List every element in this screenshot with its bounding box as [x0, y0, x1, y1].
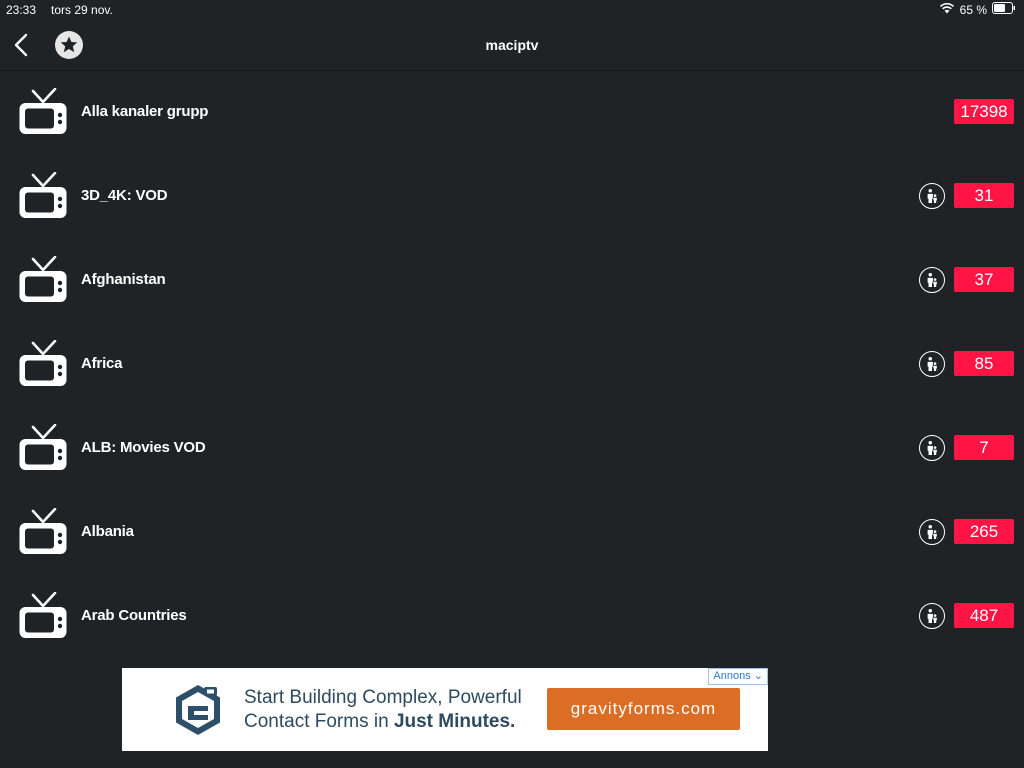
parental-control-icon[interactable] [919, 603, 945, 629]
parental-control-icon[interactable] [919, 519, 945, 545]
tv-icon [18, 87, 68, 136]
group-label: 3D_4K: VOD [81, 187, 168, 204]
ad-tag[interactable]: Annons ⌄ [708, 668, 768, 685]
parental-control-icon[interactable] [919, 183, 945, 209]
gravityforms-logo-icon [176, 685, 220, 735]
ad-line-2-bold: Just Minutes. [393, 711, 516, 732]
channel-count-badge: 31 [954, 183, 1014, 208]
page-title: maciptv [485, 37, 539, 53]
status-date: tors 29 nov. [51, 3, 113, 17]
group-row[interactable]: 3D_4K: VOD 31 [0, 154, 1024, 238]
tv-icon [18, 591, 68, 640]
chevron-down-icon: ⌄ [753, 670, 763, 682]
group-label: Albania [81, 523, 134, 540]
tv-icon [18, 423, 68, 472]
channel-count-badge: 17398 [954, 99, 1014, 124]
status-right: 65 % [939, 2, 1016, 17]
status-time: 23:33 [6, 3, 37, 17]
tv-icon [18, 171, 68, 220]
group-row[interactable]: Afghanistan 37 [0, 238, 1024, 322]
ad-tag-label: Annons [713, 670, 751, 682]
tv-icon [18, 339, 68, 388]
battery-percent: 65 % [959, 2, 987, 17]
channel-count-badge: 85 [954, 351, 1014, 376]
ad-line-2: Contact Forms in Just Minutes. [244, 710, 522, 734]
tv-icon [18, 507, 68, 556]
ad-line-1: Start Building Complex, Powerful [244, 687, 522, 708]
group-row[interactable]: ALB: Movies VOD 7 [0, 406, 1024, 490]
ad-headline: Start Building Complex, Powerful Contact… [244, 686, 522, 734]
group-label: Arab Countries [81, 607, 187, 624]
group-label: Africa [81, 355, 123, 372]
wifi-icon [939, 2, 955, 17]
parental-control-icon[interactable] [919, 351, 945, 377]
battery-icon [992, 2, 1016, 17]
channel-count-badge: 265 [954, 519, 1014, 544]
group-label: Alla kanaler grupp [81, 103, 209, 120]
ad-cta-button[interactable]: gravityforms.com [547, 688, 740, 730]
ad-line-2-prefix: Contact Forms in [244, 711, 389, 732]
group-list: Alla kanaler grupp 17398 3D_4K: VOD 31 Afgha… [0, 70, 1024, 658]
parental-control-icon[interactable] [919, 435, 945, 461]
channel-count-badge: 7 [954, 435, 1014, 460]
navigation-bar: maciptv [0, 20, 1024, 71]
group-row[interactable]: Arab Countries 487 [0, 574, 1024, 658]
channel-count-badge: 37 [954, 267, 1014, 292]
status-bar: 23:33 tors 29 nov. 65 % [0, 0, 1024, 20]
ad-banner[interactable]: Annons ⌄ Start Building Complex, Powerfu… [122, 668, 768, 751]
tv-icon [18, 255, 68, 304]
group-label: ALB: Movies VOD [81, 439, 206, 456]
group-row[interactable]: Alla kanaler grupp 17398 [0, 70, 1024, 154]
group-row[interactable]: Albania 265 [0, 490, 1024, 574]
group-label: Afghanistan [81, 271, 166, 288]
parental-control-icon[interactable] [919, 267, 945, 293]
channel-count-badge: 487 [954, 603, 1014, 628]
group-row[interactable]: Africa 85 [0, 322, 1024, 406]
